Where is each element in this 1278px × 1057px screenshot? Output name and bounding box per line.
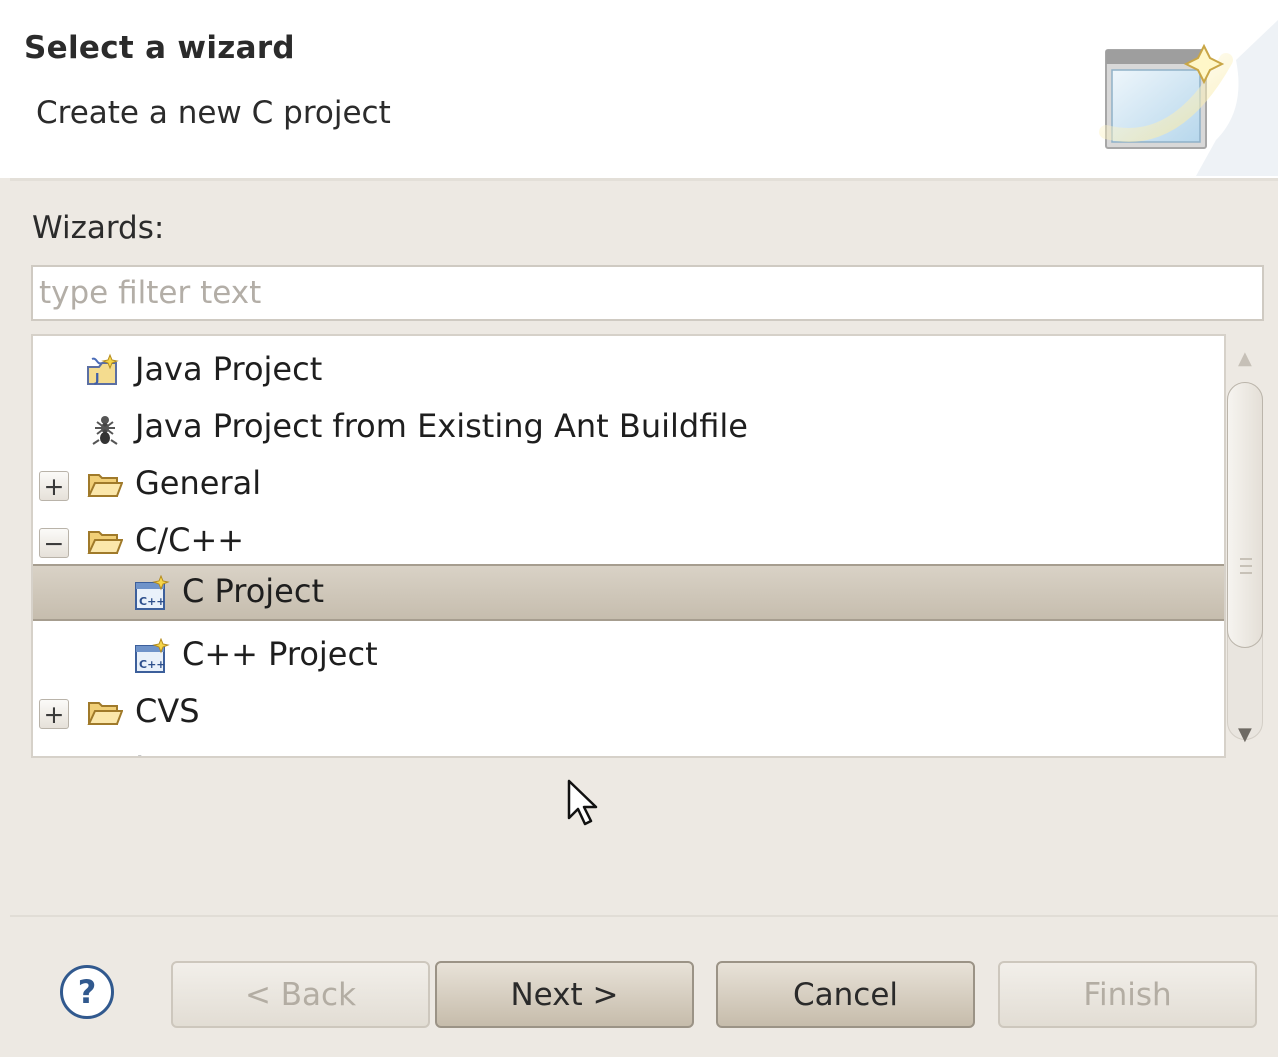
tree-item-label: Java Project from Existing Ant Buildfile <box>135 407 748 445</box>
collapse-toggle[interactable]: − <box>39 528 69 558</box>
page-title: Select a wizard <box>24 30 295 66</box>
tree-item-cvs[interactable]: + CVS <box>33 684 1224 741</box>
wizards-label: Wizards: <box>32 210 165 246</box>
scroll-grip-icon <box>1240 558 1252 574</box>
scroll-up-arrow-icon[interactable]: ▲ <box>1238 348 1252 369</box>
tree-item-java-project[interactable]: J Java Project <box>33 342 1224 399</box>
tree-item-label: C++ Project <box>182 635 378 673</box>
back-button[interactable]: < Back <box>171 961 430 1028</box>
tree-item-general[interactable]: + General <box>33 456 1224 513</box>
svg-text:C++: C++ <box>139 595 166 608</box>
expand-toggle[interactable]: + <box>39 471 69 501</box>
tree-item-c-cpp[interactable]: − C/C++ <box>33 513 1224 570</box>
expand-toggle[interactable]: + <box>39 756 69 758</box>
folder-icon <box>87 752 123 758</box>
tree-item-java-ant-project[interactable]: Java Project from Existing Ant Buildfile <box>33 399 1224 456</box>
expand-toggle[interactable]: + <box>39 699 69 729</box>
tree-item-c-project[interactable]: C++ C Project <box>33 564 1224 621</box>
page-description: Create a new C project <box>36 95 391 131</box>
mouse-cursor-icon <box>567 779 598 826</box>
java-project-icon: J <box>87 353 119 385</box>
tree-item-label: C/C++ <box>135 521 245 559</box>
finish-button[interactable]: Finish <box>998 961 1257 1028</box>
svg-text:C++: C++ <box>139 658 166 671</box>
c-project-icon: C++ <box>135 575 170 610</box>
tree-item-label: Java Project <box>135 350 323 388</box>
ant-icon <box>92 416 118 445</box>
svg-text:J: J <box>94 371 99 385</box>
tree-item-label: General <box>135 464 262 502</box>
dialog-header: Select a wizard Create a new C project <box>0 0 1278 178</box>
filter-input[interactable] <box>31 265 1264 321</box>
footer-separator <box>10 915 1278 917</box>
folder-icon <box>87 474 123 497</box>
tree-item-label: Java <box>135 749 203 756</box>
cancel-button[interactable]: Cancel <box>716 961 975 1028</box>
folder-icon <box>87 702 123 725</box>
folder-icon <box>87 531 123 554</box>
tree-item-label: C Project <box>182 572 324 610</box>
wizard-banner-icon <box>1099 20 1278 176</box>
help-button[interactable]: ? <box>60 965 114 1019</box>
scroll-down-arrow-icon[interactable]: ▼ <box>1238 724 1252 745</box>
header-separator <box>10 178 1278 181</box>
tree-item-java[interactable]: + Java <box>33 741 1224 758</box>
wizard-tree[interactable]: J Java Project Java Project from Existin… <box>31 334 1226 758</box>
next-button[interactable]: Next > <box>435 961 694 1028</box>
tree-scrollbar[interactable]: ▲ ▼ <box>1226 334 1264 758</box>
scroll-thumb[interactable] <box>1227 382 1263 648</box>
cpp-project-icon: C++ <box>135 638 170 673</box>
tree-item-label: CVS <box>135 692 200 730</box>
tree-item-cpp-project[interactable]: C++ C++ Project <box>33 627 1224 684</box>
